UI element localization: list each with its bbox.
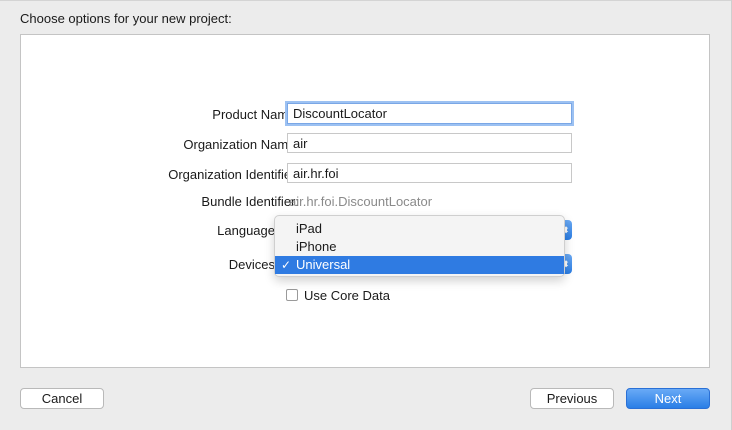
organization-name-label: Organization Name:	[183, 137, 299, 152]
menu-item-label: iPhone	[296, 239, 337, 254]
menu-item-iphone[interactable]: iPhone	[275, 238, 564, 256]
product-name-label: Product Name:	[212, 107, 299, 122]
language-label: Language	[217, 223, 275, 238]
organization-identifier-label: Organization Identifier:	[168, 167, 299, 182]
next-button[interactable]: Next	[626, 388, 710, 409]
use-core-data-row[interactable]: Use Core Data	[286, 287, 390, 303]
bundle-identifier-label: Bundle Identifier:	[201, 194, 299, 209]
use-core-data-label: Use Core Data	[304, 287, 390, 303]
menu-item-label: Universal	[296, 257, 351, 272]
menu-item-universal[interactable]: ✓ Universal	[275, 256, 564, 274]
organization-name-field[interactable]: air	[287, 133, 572, 153]
organization-identifier-field[interactable]: air.hr.foi	[287, 163, 572, 183]
devices-label: Devices	[228, 257, 275, 272]
devices-dropdown-menu: iPad iPhone ✓ Universal	[274, 215, 565, 277]
top-edge	[0, 0, 732, 1]
use-core-data-checkbox[interactable]	[286, 289, 298, 301]
new-project-dialog: Choose options for your new project: Pro…	[0, 0, 732, 430]
dialog-header: Choose options for your new project:	[20, 11, 232, 26]
checkmark-icon: ✓	[281, 258, 292, 272]
bundle-identifier-value: air.hr.foi.DiscountLocator	[289, 194, 433, 209]
options-panel: Product Name: DiscountLocator Organizati…	[20, 34, 710, 368]
product-name-field[interactable]: DiscountLocator	[287, 103, 572, 124]
menu-item-ipad[interactable]: iPad	[275, 220, 564, 238]
menu-item-label: iPad	[296, 221, 323, 236]
cancel-button[interactable]: Cancel	[20, 388, 104, 409]
previous-button[interactable]: Previous	[530, 388, 614, 409]
